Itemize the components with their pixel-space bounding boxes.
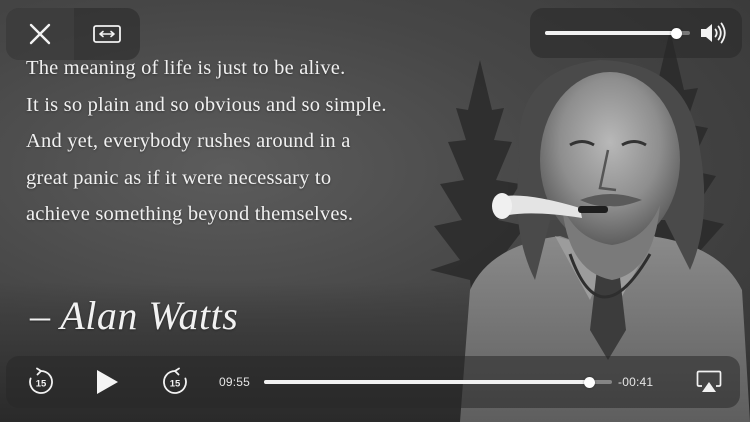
quote-line: And yet, everybody rushes around in a	[26, 130, 351, 152]
close-button[interactable]	[6, 8, 74, 60]
elapsed-time: 09:55	[219, 375, 251, 389]
remaining-time: -00:41	[618, 375, 654, 389]
skip-forward-15-icon[interactable]: 15	[160, 367, 190, 397]
skip-back-seconds: 15	[36, 379, 47, 390]
quote-line: great panic as if it were necessary to	[26, 166, 332, 189]
speaker-icon[interactable]	[699, 21, 729, 45]
aspect-ratio-button[interactable]	[74, 8, 140, 60]
progress-slider-fill	[264, 380, 590, 384]
skip-back-15-icon[interactable]: 15	[26, 367, 56, 397]
progress-slider-knob[interactable]	[584, 377, 596, 388]
volume-slider-fill	[545, 31, 676, 35]
progress-slider[interactable]	[264, 380, 612, 384]
skip-forward-seconds: 15	[170, 379, 181, 390]
quote-line: It is so plain and so obvious and so sim…	[26, 93, 387, 116]
video-player[interactable]: The meaning of life is just to be alive.…	[0, 0, 750, 422]
quote-line: achieve something beyond themselves.	[26, 203, 354, 225]
airplay-icon[interactable]	[696, 370, 722, 394]
play-icon[interactable]	[94, 368, 120, 396]
aspect-ratio-icon	[93, 25, 121, 43]
volume-slider-knob[interactable]	[670, 28, 682, 39]
close-icon	[29, 23, 51, 45]
transport-bar: 15 15 09:55 -00:41	[6, 356, 740, 408]
volume-slider[interactable]	[545, 31, 690, 35]
volume-control	[530, 8, 742, 58]
quote-author: – Alan Watts	[30, 293, 239, 338]
quote-text: The meaning of life is just to be alive.…	[26, 50, 496, 233]
top-left-controls	[6, 8, 140, 60]
